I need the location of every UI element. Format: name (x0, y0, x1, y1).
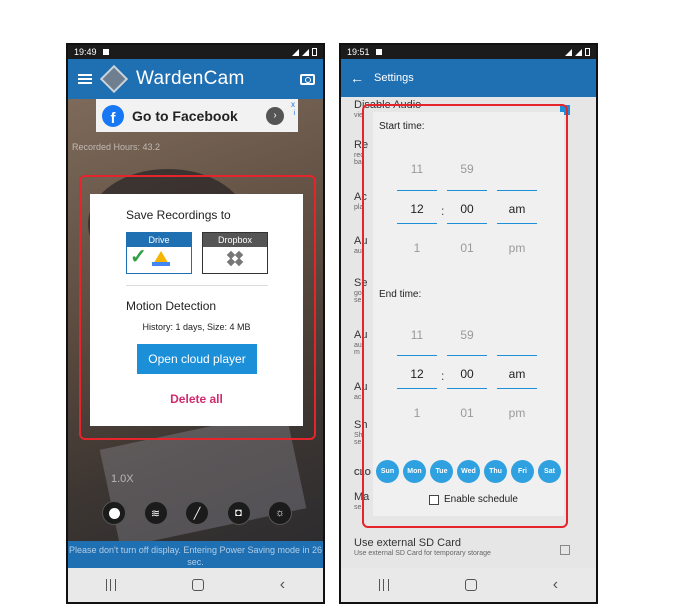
ad-arrow-icon[interactable]: › (266, 106, 284, 125)
app-bar: WardenCam (68, 59, 323, 99)
camera-icon: ◘ (235, 507, 242, 519)
ad-text: Go to Facebook (132, 107, 238, 124)
back-icon[interactable]: ‹ (280, 577, 285, 593)
back-arrow-icon[interactable]: ← (350, 70, 364, 86)
switch-camera-icon[interactable] (300, 73, 315, 85)
ad-banner[interactable]: f Go to Facebook › x i (96, 99, 298, 132)
zoom-level: 1.0X (111, 473, 134, 485)
wardencam-logo-icon (99, 64, 129, 94)
setting-subtitle: Use external SD Card for temporary stora… (354, 550, 491, 557)
recent-apps-icon[interactable] (378, 579, 389, 591)
highlight-box-storage-dialog (79, 175, 316, 440)
brightness-icon: ☼ (274, 507, 286, 519)
menu-icon[interactable] (78, 74, 92, 84)
camera-controls: ≋ ╱ ◘ ☼ (102, 501, 292, 525)
motion-button[interactable]: ≋ (143, 501, 168, 525)
facebook-icon: f (102, 104, 124, 127)
flashlight-icon: ╱ (193, 507, 201, 520)
setting-title: Use external SD Card (354, 537, 461, 549)
setting-external-sd[interactable]: Use external SD Card Use external SD Car… (354, 537, 584, 557)
external-sd-checkbox[interactable] (560, 545, 570, 555)
back-icon[interactable]: ‹ (553, 577, 558, 593)
battery-icon (585, 48, 590, 56)
status-icons (565, 48, 590, 56)
signal-icon (575, 48, 582, 56)
home-icon[interactable] (464, 579, 477, 591)
status-time: 19:49 (74, 47, 97, 57)
motion-icon: ≋ (150, 507, 161, 520)
recorded-hours: Recorded Hours: 43.2 (72, 142, 161, 152)
snapshot-button[interactable]: ◘ (226, 501, 251, 525)
system-nav-bar: ‹ (68, 568, 323, 602)
wifi-icon (565, 48, 572, 56)
brightness-button[interactable]: ☼ (268, 501, 292, 525)
record-button[interactable] (102, 501, 126, 525)
record-icon (108, 507, 120, 519)
status-time: 19:51 (347, 47, 370, 57)
system-nav-bar: ‹ (341, 568, 596, 602)
highlight-box-schedule-dialog (362, 104, 568, 528)
notification-icon (102, 49, 109, 55)
wifi-icon (292, 48, 299, 56)
home-icon[interactable] (191, 579, 204, 591)
battery-icon (312, 48, 317, 56)
app-bar: ← Settings (341, 59, 596, 97)
flashlight-button[interactable]: ╱ (185, 501, 209, 525)
status-icons (292, 48, 317, 56)
ad-close-icon[interactable]: x (291, 100, 295, 109)
page-title: Settings (374, 72, 414, 84)
ad-info-icon[interactable]: i (293, 110, 295, 117)
status-bar: 19:51 (341, 45, 596, 59)
notification-icon (375, 49, 382, 55)
signal-icon (302, 48, 309, 56)
app-title: WardenCam (136, 68, 245, 89)
status-bar: 19:49 (68, 45, 323, 59)
recent-apps-icon[interactable] (105, 579, 116, 591)
